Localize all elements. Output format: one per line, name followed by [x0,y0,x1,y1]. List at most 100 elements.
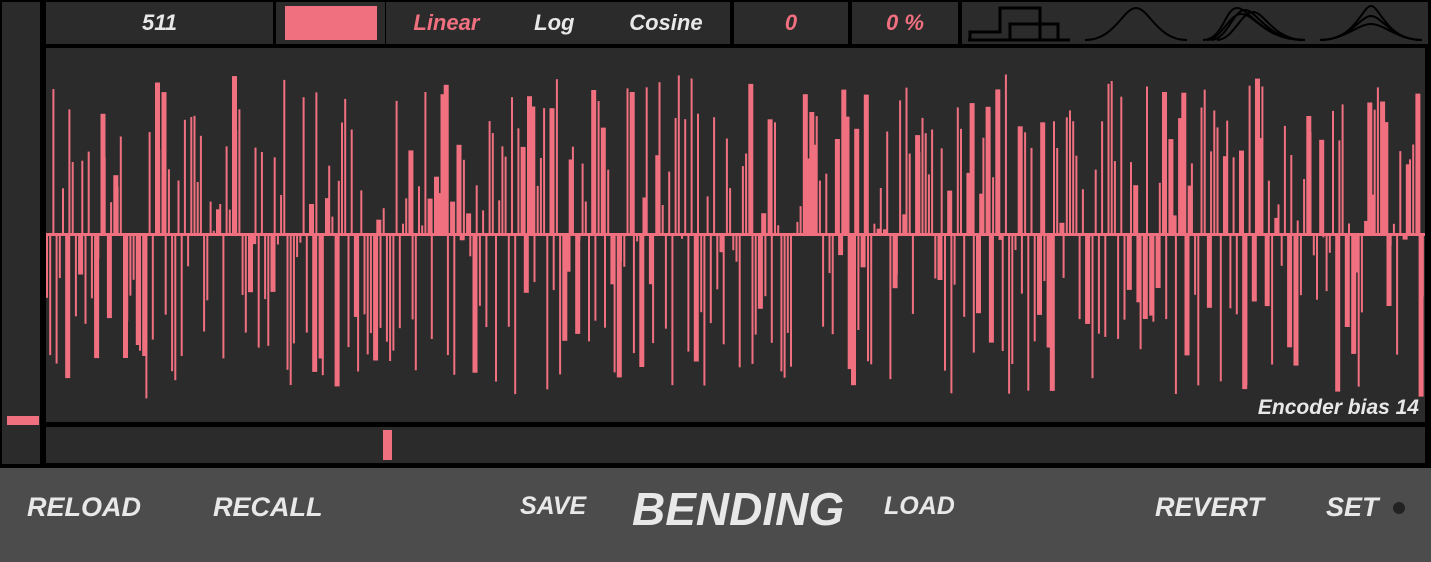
waveform-bar [459,234,465,241]
waveform-bar [392,234,395,351]
waveform-bar [1030,147,1033,234]
waveform-bar [838,234,844,256]
waveform-bar [395,100,398,235]
waveform-bar [87,151,90,234]
waveform-bar [636,234,639,242]
waveform-bar [931,129,934,234]
waveform-bar [1316,234,1318,300]
waveform-bar [796,221,799,234]
waveform-bar [693,234,699,362]
waveform-bar [1319,139,1325,234]
offset-field[interactable]: 0 [734,2,848,44]
waveform-display[interactable]: Encoder bias 14 [46,48,1425,422]
waveform-bar [206,234,209,301]
waveform-bar [578,234,581,241]
waveform-bar [1383,122,1389,234]
reload-button[interactable]: RELOAD [27,492,141,523]
waveform-bar [1165,234,1168,320]
vertical-scroll-thumb[interactable] [7,416,39,425]
waveform-bar [289,234,292,385]
waveform-bar [1235,234,1238,315]
color-swatch-cell[interactable] [276,2,385,44]
color-swatch[interactable] [284,6,377,40]
bending-editor: 511 Linear Log Cosine 0 0 % Encoder bias… [0,0,1431,562]
waveform-bar [1184,234,1190,356]
waveform-bar [815,116,818,234]
waveform-bar [1373,109,1376,234]
waveform-bar [1123,234,1126,320]
waveform-bar [924,133,927,234]
curve-option-cosine[interactable]: Cosine [629,10,702,36]
waveform-bar [873,223,876,234]
waveform-bar [1332,110,1334,234]
set-button[interactable]: SET [1326,492,1379,523]
waveform-bar [761,213,767,234]
waveform-bar [443,84,449,234]
gaussian-distribution-icon[interactable] [1085,4,1188,42]
waveform-bar [1062,234,1065,278]
waveform-bar [469,234,472,257]
waveform-bar [652,234,655,344]
horizontal-scroll-thumb[interactable] [383,430,392,460]
revert-button[interactable]: REVERT [1155,492,1264,523]
save-button[interactable]: SAVE [520,492,586,521]
waveform-bar [767,119,773,234]
waveform-bar [1344,234,1350,327]
waveform-bar [203,234,206,332]
waveform-bar [84,234,87,324]
value-field[interactable]: 511 [46,2,273,44]
waveform-bar [456,144,462,234]
offset-text: 0 [784,10,798,35]
waveform-bar [1245,234,1248,386]
waveform-bar [1341,104,1344,235]
waveform-bar [1139,234,1142,350]
waveform-bar [498,200,501,234]
waveform-bar [1174,234,1177,394]
waveform-bar [341,122,343,234]
waveform-bar [1162,92,1167,234]
waveform-bar [424,92,427,234]
waveform-bar [697,113,699,234]
waveform-bar [895,234,898,275]
waveform-bar [552,234,555,291]
waveform-bar [1312,234,1315,256]
waveform-bar [58,234,61,279]
waveform-bar [1181,92,1187,234]
curve-option-linear[interactable]: Linear [413,10,479,36]
recall-button[interactable]: RECALL [213,492,323,523]
horizontal-scroll-strip[interactable] [46,427,1425,463]
waveform-bar [729,188,732,234]
waveform-bar [1392,223,1395,234]
multi-peak-distribution-icon[interactable] [1202,4,1305,42]
waveform-bar [588,234,590,342]
waveform-bar [1251,234,1257,302]
waveform-bar [927,174,930,234]
waveform-bar [488,121,491,234]
waveform-bar [645,87,648,234]
waveform-bar [414,234,417,371]
waveform-bar [565,234,571,272]
waveform-bars[interactable] [46,48,1425,422]
waveform-bar [126,234,129,321]
waveform-bar [944,234,946,371]
load-button[interactable]: LOAD [884,492,955,521]
waveform-bar [972,234,975,353]
percent-field[interactable]: 0 % [852,2,958,44]
waveform-bar [389,234,392,361]
waveform-bar [1283,125,1286,234]
waveform-bar [299,234,302,243]
waveform-bar [276,234,279,245]
curve-option-log[interactable]: Log [534,10,574,36]
waveform-bar [530,106,536,234]
waveform-bar [344,98,347,235]
waveform-bar [171,234,174,372]
waveform-bar [385,234,388,342]
vertical-scroll-strip[interactable] [0,0,42,466]
narrow-peak-distribution-icon[interactable] [1319,4,1422,42]
waveform-bar [1389,234,1392,246]
uniform-distribution-icon[interactable] [968,4,1070,42]
waveform-bar [1130,162,1132,234]
waveform-bar [357,234,360,372]
waveform-bar [818,180,821,234]
waveform-bar [629,92,635,234]
